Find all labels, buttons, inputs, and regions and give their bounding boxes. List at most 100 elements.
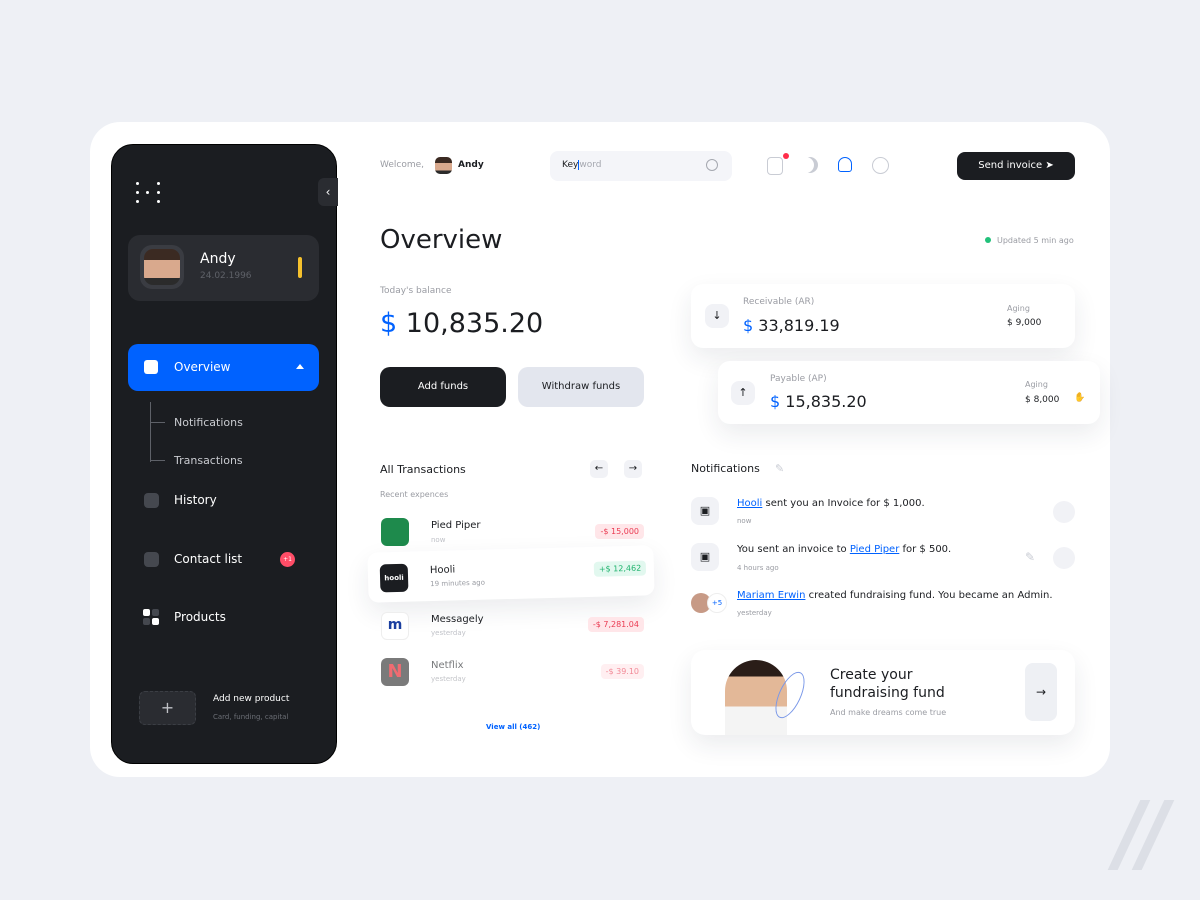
collapse-sidebar-button[interactable]: ‹: [318, 178, 338, 206]
drag-cursor-icon[interactable]: ✋: [1074, 393, 1085, 403]
aging-label: Aging: [1007, 304, 1030, 313]
transaction-name: Messagely: [431, 614, 484, 625]
currency-symbol: $: [743, 316, 754, 335]
avatar-count: +5: [707, 593, 727, 613]
profile-name: Andy: [200, 251, 236, 267]
chart-icon[interactable]: [767, 157, 783, 175]
balance-value: 10,835.20: [405, 308, 544, 339]
transaction-row[interactable]: N Netflix yesterday -$ 39.10: [380, 657, 644, 689]
gear-icon[interactable]: [872, 157, 889, 174]
transactions-subtitle: Recent expences: [380, 490, 449, 499]
arrow-up-icon: ↑: [731, 381, 755, 405]
status-indicator: [298, 257, 302, 278]
sidebar-item-history[interactable]: History: [174, 493, 217, 507]
bell-icon[interactable]: [838, 157, 852, 172]
notification-body: created fundraising fund. You became an …: [805, 590, 1053, 601]
add-funds-button[interactable]: Add funds: [380, 367, 506, 407]
contact-icon: [144, 552, 159, 567]
transaction-row[interactable]: m Messagely yesterday -$ 7,281.04: [380, 611, 644, 643]
transaction-time: 19 minutes ago: [430, 578, 486, 589]
archive-button[interactable]: [1053, 547, 1075, 569]
inbox-icon: ▣: [691, 497, 719, 525]
chevron-up-icon[interactable]: [296, 364, 304, 369]
receivable-amount: 33,819.19: [758, 316, 840, 335]
search-value: Key: [562, 160, 579, 170]
profile-dob: 24.02.1996: [200, 271, 252, 281]
send-invoice-label: Send invoice: [978, 160, 1043, 171]
view-all-link[interactable]: View all (462): [486, 723, 540, 731]
sidebar-item-contact-list[interactable]: Contact list: [174, 552, 242, 566]
messagely-logo: m: [381, 612, 409, 640]
next-button[interactable]: →: [624, 460, 642, 478]
watermark-logo: [1107, 800, 1175, 870]
currency-symbol: $: [770, 392, 781, 411]
notification-body: You sent an invoice to: [737, 544, 850, 555]
sidebar-subitem-notifications[interactable]: Notifications: [174, 416, 243, 429]
arrow-down-icon: ↓: [705, 304, 729, 328]
balance-amount: $ 10,835.20: [380, 308, 543, 339]
profile-card[interactable]: Andy 24.02.1996: [128, 235, 319, 301]
transaction-amount: -$ 39.10: [600, 664, 644, 679]
edit-icon[interactable]: ✎: [1025, 550, 1035, 564]
notification-time: 4 hours ago: [737, 564, 779, 572]
add-product-button[interactable]: +: [139, 691, 196, 725]
send-icon: ➤: [1045, 160, 1054, 171]
receivable-card[interactable]: ↓ Receivable (AR) $ 33,819.19 Aging $ 9,…: [691, 284, 1075, 348]
withdraw-funds-button[interactable]: Withdraw funds: [518, 367, 644, 407]
contact-badge: +1: [280, 552, 295, 567]
receivable-label: Receivable (AR): [743, 297, 815, 307]
transaction-time: now: [431, 536, 446, 544]
notification-dot: [783, 153, 789, 159]
send-invoice-button[interactable]: Send invoice ➤: [957, 152, 1075, 180]
transaction-row[interactable]: Pied Piper now -$ 15,000: [380, 517, 644, 549]
netflix-logo: N: [381, 658, 409, 686]
aging-label: Aging: [1025, 380, 1048, 389]
sidebar-item-products[interactable]: Products: [174, 610, 226, 624]
notification-text: Mariam Erwin created fundraising fund. Y…: [737, 590, 1053, 601]
arrow-right-icon: →: [628, 463, 638, 474]
moon-icon[interactable]: [802, 157, 818, 173]
transaction-name: Pied Piper: [431, 520, 481, 531]
currency-symbol: $: [380, 308, 398, 339]
notification-time: yesterday: [737, 609, 772, 617]
archive-button[interactable]: [1053, 501, 1075, 523]
transaction-time: yesterday: [431, 629, 466, 637]
notification-text: Hooli sent you an Invoice for $ 1,000.: [737, 498, 925, 509]
notification-link[interactable]: Pied Piper: [850, 544, 899, 555]
payable-amount: 15,835.20: [785, 392, 867, 411]
search-placeholder: word: [578, 160, 602, 170]
app-menu-icon[interactable]: [136, 182, 160, 203]
inbox-icon: ▣: [691, 543, 719, 571]
balance-label: Today's balance: [380, 286, 452, 296]
products-icon: [143, 609, 159, 625]
transaction-time: yesterday: [431, 675, 466, 683]
add-product-subtitle: Card, funding, capital: [213, 713, 289, 721]
sidebar-item-overview[interactable]: Overview: [128, 344, 319, 391]
status-dot: [985, 237, 991, 243]
avatar: [140, 245, 184, 289]
transaction-name: Hooli: [429, 564, 456, 577]
welcome-text: Welcome,: [380, 160, 425, 170]
fundraising-card[interactable]: Create your fundraising fund And make dr…: [691, 650, 1075, 735]
arrow-left-icon: ←: [594, 463, 604, 474]
pencil-icon[interactable]: ✎: [775, 462, 784, 475]
payable-card[interactable]: ↑ Payable (AP) $ 15,835.20 Aging $ 8,000…: [718, 361, 1100, 424]
hooli-logo: hooli: [379, 563, 409, 593]
prev-button[interactable]: ←: [590, 460, 608, 478]
page-title: Overview: [380, 225, 503, 255]
notification-body: for $ 500.: [899, 544, 952, 555]
sidebar-subitem-transactions[interactable]: Transactions: [174, 454, 243, 467]
notifications-title: Notifications: [691, 462, 760, 475]
header-avatar: [435, 157, 452, 174]
pied-piper-logo: [381, 518, 409, 546]
transactions-title: All Transactions: [380, 463, 466, 476]
notification-link[interactable]: Hooli: [737, 498, 762, 509]
search-icon[interactable]: [706, 159, 718, 171]
notification-link[interactable]: Mariam Erwin: [737, 590, 805, 601]
fundraising-subtitle: And make dreams come true: [830, 708, 947, 717]
transaction-row-highlighted[interactable]: hooli Hooli 19 minutes ago +$ 12,462: [367, 545, 655, 603]
search-input[interactable]: Keyword: [550, 151, 732, 181]
transaction-name: Netflix: [431, 660, 464, 671]
fundraising-arrow-button[interactable]: →: [1025, 663, 1057, 721]
fundraising-title: Create your fundraising fund: [830, 667, 945, 701]
